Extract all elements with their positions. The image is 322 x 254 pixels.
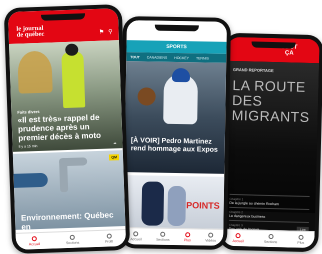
- sections-icon: [160, 231, 166, 237]
- baseball-glove-image: [137, 87, 156, 106]
- source-badge: QM: [109, 154, 120, 161]
- nav-label: Plus: [297, 240, 305, 245]
- nav-home[interactable]: Accueil: [28, 236, 41, 247]
- nav-sections[interactable]: Sections: [263, 233, 278, 245]
- video-icon: [208, 232, 214, 238]
- more-icon: [298, 234, 304, 240]
- share-icon[interactable]: ➦: [114, 141, 117, 145]
- article-headline: [À VOIR] Pedro Martinez rend hommage aux…: [130, 137, 218, 154]
- nav-label: Accueil: [28, 242, 41, 247]
- article-time: Il y a 15 min: [18, 144, 38, 149]
- bottom-nav: Accueil Sections Profil: [15, 229, 127, 250]
- nav-more[interactable]: Plus: [184, 232, 191, 242]
- hero-content: GRAND REPORTAGE LA ROUTE DES MIGRANTS: [226, 61, 320, 125]
- article-headline: Environnement: Québec en: [20, 210, 114, 230]
- phone-notch: [251, 41, 296, 49]
- tab-all[interactable]: TOUT: [130, 55, 140, 59]
- nav-label: Vidéos: [205, 238, 216, 243]
- article-meta: Il y a 15 min ➦: [19, 141, 117, 148]
- nav-profile[interactable]: Profil: [104, 233, 114, 244]
- bottom-nav: Accueil Sections Plus Vidéos: [123, 227, 224, 246]
- phone-notch: [154, 24, 199, 32]
- faucet-spout-image: [59, 157, 88, 167]
- nav-sections[interactable]: Sections: [156, 231, 170, 242]
- phone-mockup-news: le journal de québec ⚑ ⚲ Faits divers «I…: [3, 4, 131, 254]
- nav-label: Sections: [65, 240, 80, 246]
- logo-line: de québec: [16, 30, 45, 39]
- bottom-nav: Accueil Sections Plus: [222, 228, 315, 249]
- phone-screen: TOUT ÇA GRAND REPORTAGE LA ROUTE DES MIG…: [222, 36, 320, 249]
- more-icon: [184, 232, 191, 238]
- nav-home[interactable]: Accueil: [130, 231, 142, 242]
- phone-mockup-sports: SPORTS TOUT CANADIENS HOCKEY TENNIS [À V…: [118, 16, 232, 250]
- article-card[interactable]: Faits divers «Il est très» rappel de pru…: [8, 40, 123, 152]
- title-line: MIGRANTS: [231, 106, 310, 125]
- phone-mockup-report: TOUT ÇA GRAND REPORTAGE LA ROUTE DES MIG…: [218, 32, 322, 253]
- home-icon: [133, 231, 139, 237]
- chapter-title: Le dangereux business: [229, 213, 266, 219]
- home-icon: [31, 236, 37, 242]
- sections-icon: [268, 233, 274, 240]
- nav-label: Sections: [156, 237, 170, 242]
- tab-hockey[interactable]: HOCKEY: [174, 55, 189, 59]
- nav-label: Profil: [104, 239, 114, 244]
- phone-screen: SPORTS TOUT CANADIENS HOCKEY TENNIS [À V…: [123, 20, 227, 246]
- nav-more[interactable]: Plus: [297, 234, 305, 245]
- report-title: LA ROUTE DES MIGRANTS: [231, 77, 318, 125]
- baseball-helmet-image: [171, 67, 191, 83]
- nav-home[interactable]: Accueil: [232, 233, 244, 243]
- home-icon: [235, 233, 241, 239]
- phone-screen: le journal de québec ⚑ ⚲ Faits divers «I…: [7, 8, 127, 250]
- article-card[interactable]: POINTS: [123, 175, 225, 233]
- nav-label: Sections: [263, 239, 278, 245]
- chapter-title: De la jungle au chemin Roxham: [229, 200, 280, 207]
- bookmark-icon[interactable]: ⚑: [99, 29, 105, 36]
- article-card[interactable]: QM Environnement: Québec en: [12, 150, 126, 230]
- sections-icon: [69, 234, 76, 240]
- nav-sections[interactable]: Sections: [65, 234, 80, 246]
- article-card[interactable]: [À VOIR] Pedro Martinez rend hommage aux…: [124, 61, 227, 174]
- nav-videos[interactable]: Vidéos: [205, 232, 216, 243]
- article-category: Faits divers: [17, 108, 40, 115]
- nav-label: Accueil: [130, 237, 142, 242]
- search-icon[interactable]: ⚲: [108, 28, 113, 35]
- header-icons: ⚑ ⚲: [99, 28, 113, 35]
- nav-label: Plus: [183, 238, 191, 243]
- police-officer-image: [61, 51, 86, 109]
- tab-tennis[interactable]: TENNIS: [196, 56, 209, 60]
- profile-icon: [106, 233, 112, 239]
- arm-image: [13, 172, 49, 188]
- tree-image: [17, 50, 53, 94]
- app-logo[interactable]: le journal de québec: [16, 25, 45, 39]
- arena-sign-text: POINTS: [186, 200, 220, 211]
- hockey-player-image: [141, 181, 165, 226]
- article-headline: «Il est très» rappel de prudence après u…: [17, 112, 102, 143]
- nav-label: Accueil: [232, 239, 244, 244]
- tab-canadiens[interactable]: CANADIENS: [147, 55, 167, 59]
- hockey-player-image: [167, 185, 187, 227]
- app-header: TOUT ÇA: [227, 36, 320, 64]
- report-kicker: GRAND REPORTAGE: [232, 66, 274, 74]
